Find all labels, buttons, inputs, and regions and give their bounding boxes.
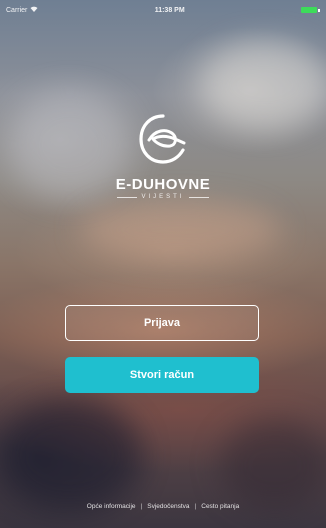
login-button[interactable]: Prijava xyxy=(65,305,259,341)
cloud-decoration xyxy=(0,400,140,510)
brand-subtitle-row: VIJESTI xyxy=(117,194,209,200)
battery-level xyxy=(300,7,317,13)
footer-link-general-info[interactable]: Opće informacije xyxy=(87,503,136,510)
carrier-label: Carrier xyxy=(6,6,28,14)
cloud-decoration xyxy=(220,420,326,510)
footer-link-testimonies[interactable]: Svjedočenstva xyxy=(147,503,189,510)
wifi-icon xyxy=(30,6,38,14)
status-time: 11:38 PM xyxy=(154,6,185,14)
brand-logo-block: E-DUHOVNE VIJESTI xyxy=(0,112,326,200)
brand-name: E-DUHOVNE xyxy=(115,176,211,193)
battery-icon xyxy=(300,7,320,13)
e-duhovne-logo-icon xyxy=(139,114,186,164)
brand-subtitle: VIJESTI xyxy=(141,194,185,200)
login-button-label: Prijava xyxy=(143,317,181,329)
footer-links: Opće informacije | Svjedočenstva | Cesto… xyxy=(0,503,326,510)
login-screen: Carrier 11:38 PM E-DUHOVNE VIJESTI Prija… xyxy=(0,0,326,528)
create-account-button[interactable]: Stvori račun xyxy=(65,357,259,393)
status-left: Carrier xyxy=(6,6,38,14)
status-bar: Carrier 11:38 PM xyxy=(0,0,326,20)
footer-link-faq[interactable]: Cesto pitanja xyxy=(201,503,239,510)
footer-separator: | xyxy=(140,503,143,510)
footer-separator: | xyxy=(194,503,197,510)
divider xyxy=(188,196,209,198)
create-account-button-label: Stvori račun xyxy=(129,369,195,381)
divider xyxy=(117,196,138,198)
cloud-decoration xyxy=(80,200,280,260)
